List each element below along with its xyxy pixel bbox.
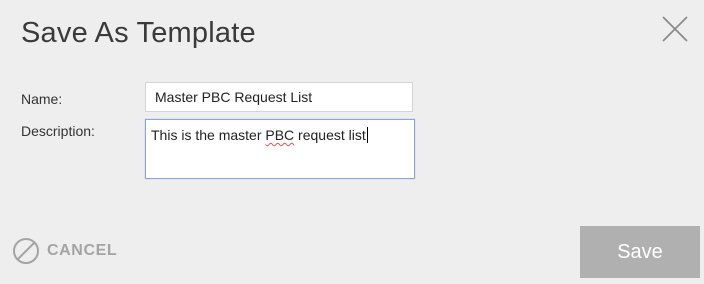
cancel-label: CANCEL	[47, 242, 118, 259]
name-input[interactable]	[145, 82, 413, 112]
save-button[interactable]: Save	[580, 226, 700, 278]
name-label: Name:	[21, 91, 63, 107]
dialog-title: Save As Template	[21, 17, 256, 49]
close-icon[interactable]	[660, 14, 690, 44]
description-textarea[interactable]	[145, 119, 415, 179]
cancel-circle-slash-icon	[13, 238, 39, 264]
save-as-template-dialog: Save As Template Name: Description: This…	[0, 0, 704, 284]
description-label: Description:	[21, 123, 95, 139]
cancel-button[interactable]: CANCEL	[12, 236, 117, 266]
